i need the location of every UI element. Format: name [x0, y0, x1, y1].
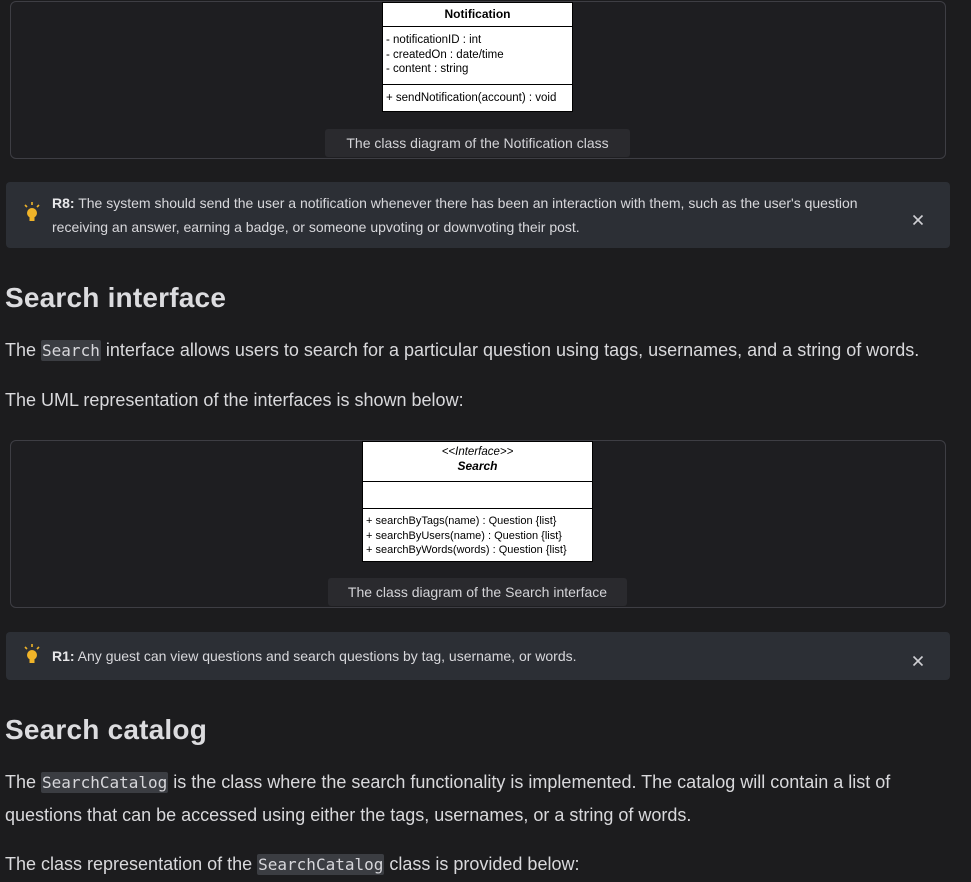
callout-text: R8: The system should send the user a no… — [52, 191, 890, 239]
callout-body: The system should send the user a notifi… — [52, 195, 858, 235]
search-interface-description: The Search interface allows users to sea… — [5, 334, 951, 367]
text-rest: interface allows users to search for a p… — [100, 340, 920, 360]
class-representation-intro: The class representation of the SearchCa… — [5, 848, 951, 881]
callout-tag: R8: — [52, 195, 75, 211]
uml-method: + searchByTags(name) : Question {list} — [366, 515, 557, 527]
requirement-callout-r1: R1: Any guest can view questions and sea… — [6, 632, 950, 680]
callout-body: Any guest can view questions and search … — [74, 648, 577, 664]
close-icon[interactable] — [912, 650, 924, 667]
notification-class-diagram: Notification - notificationID : int - cr… — [382, 2, 573, 112]
figure-caption: The class diagram of the Notification cl… — [325, 129, 630, 157]
uml-methods: + sendNotification(account) : void — [383, 85, 572, 110]
text-rest: class is provided below: — [384, 854, 580, 874]
uml-class-name: Search — [457, 459, 498, 473]
lightbulb-icon — [24, 644, 40, 675]
section-heading-search-catalog: Search catalog — [5, 714, 207, 745]
uml-attribute: - content : string — [386, 63, 469, 75]
uml-attributes: - notificationID : int - createdOn : dat… — [383, 27, 572, 85]
callout-tag: R1: — [52, 648, 75, 664]
uml-method: + searchByUsers(name) : Question {list} — [366, 529, 562, 542]
uml-method: + sendNotification(account) : void — [386, 92, 557, 104]
text-prefix: The — [5, 772, 42, 792]
uml-method: + searchByWords(words) : Question {list} — [366, 544, 567, 556]
close-icon[interactable] — [912, 209, 924, 226]
section-heading-search-interface: Search interface — [5, 282, 227, 313]
requirement-callout-r8: R8: The system should send the user a no… — [6, 182, 950, 248]
inline-code: SearchCatalog — [41, 772, 169, 793]
search-interface-diagram: <<Interface>> Search + searchByTags(name… — [362, 441, 593, 562]
uml-stereotype: <<Interface>> — [441, 446, 514, 458]
callout-text: R1: Any guest can view questions and sea… — [52, 644, 890, 668]
uml-methods: + searchByTags(name) : Question {list} +… — [363, 509, 592, 562]
uml-attribute: - notificationID : int — [386, 34, 482, 46]
uml-attribute: - createdOn : date/time — [386, 48, 504, 61]
text-prefix: The — [5, 340, 42, 360]
inline-code: SearchCatalog — [257, 854, 385, 875]
figure-caption: The class diagram of the Search interfac… — [328, 578, 627, 606]
text-prefix: The class representation of the — [5, 854, 258, 874]
search-catalog-description: The SearchCatalog is the class where the… — [5, 766, 951, 831]
uml-class-name: Notification — [383, 3, 572, 27]
lightbulb-icon — [24, 202, 40, 233]
inline-code: Search — [41, 340, 101, 361]
uml-attributes — [363, 482, 592, 509]
uml-intro-paragraph: The UML representation of the interfaces… — [5, 390, 464, 410]
uml-header: <<Interface>> Search — [363, 442, 592, 482]
